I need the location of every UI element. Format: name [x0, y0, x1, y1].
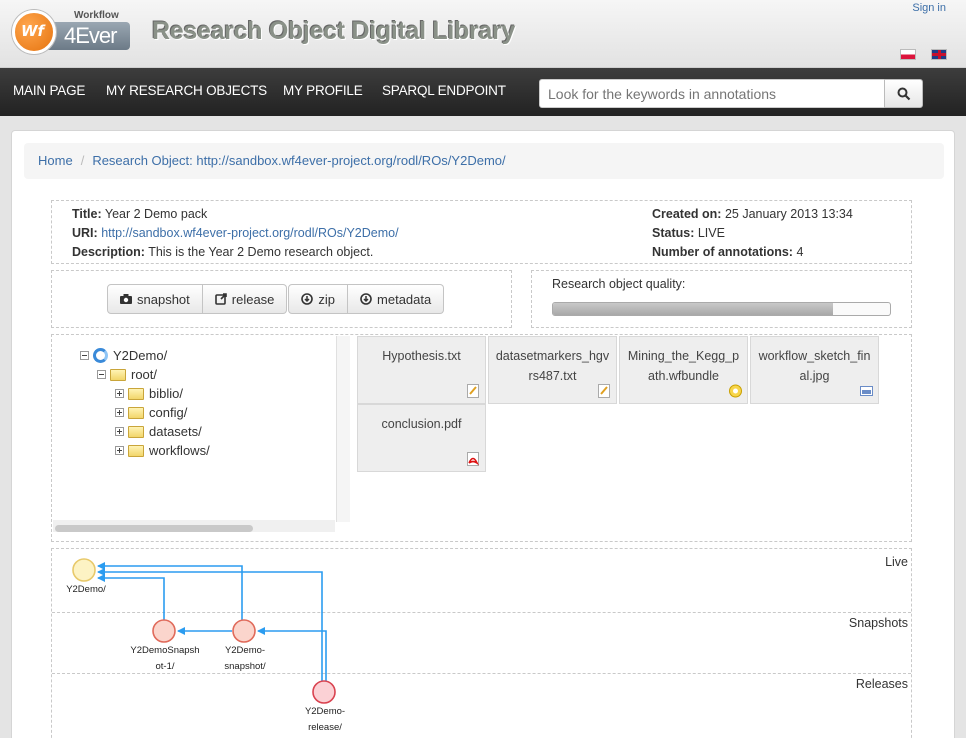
- arrow-snapshot2-to-live: [97, 562, 243, 620]
- node-live-label: Y2Demo/: [66, 584, 106, 595]
- node-release[interactable]: [312, 680, 336, 704]
- node-release-label-a: Y2Demo-: [304, 706, 346, 717]
- node-snapshot2-label-a: Y2Demo-: [224, 645, 266, 656]
- version-history-graph: [72, 558, 336, 704]
- node-snapshot-1[interactable]: [152, 619, 176, 643]
- node-snapshot1-label-b: ot-1/: [155, 661, 175, 672]
- node-snapshot-2[interactable]: [232, 619, 256, 643]
- node-snapshot1-label-a: Y2DemoSnapsh: [130, 645, 200, 656]
- node-live[interactable]: [72, 558, 96, 582]
- node-release-label-b: release/: [308, 722, 342, 733]
- node-snapshot2-label-b: snapshot/: [224, 661, 266, 672]
